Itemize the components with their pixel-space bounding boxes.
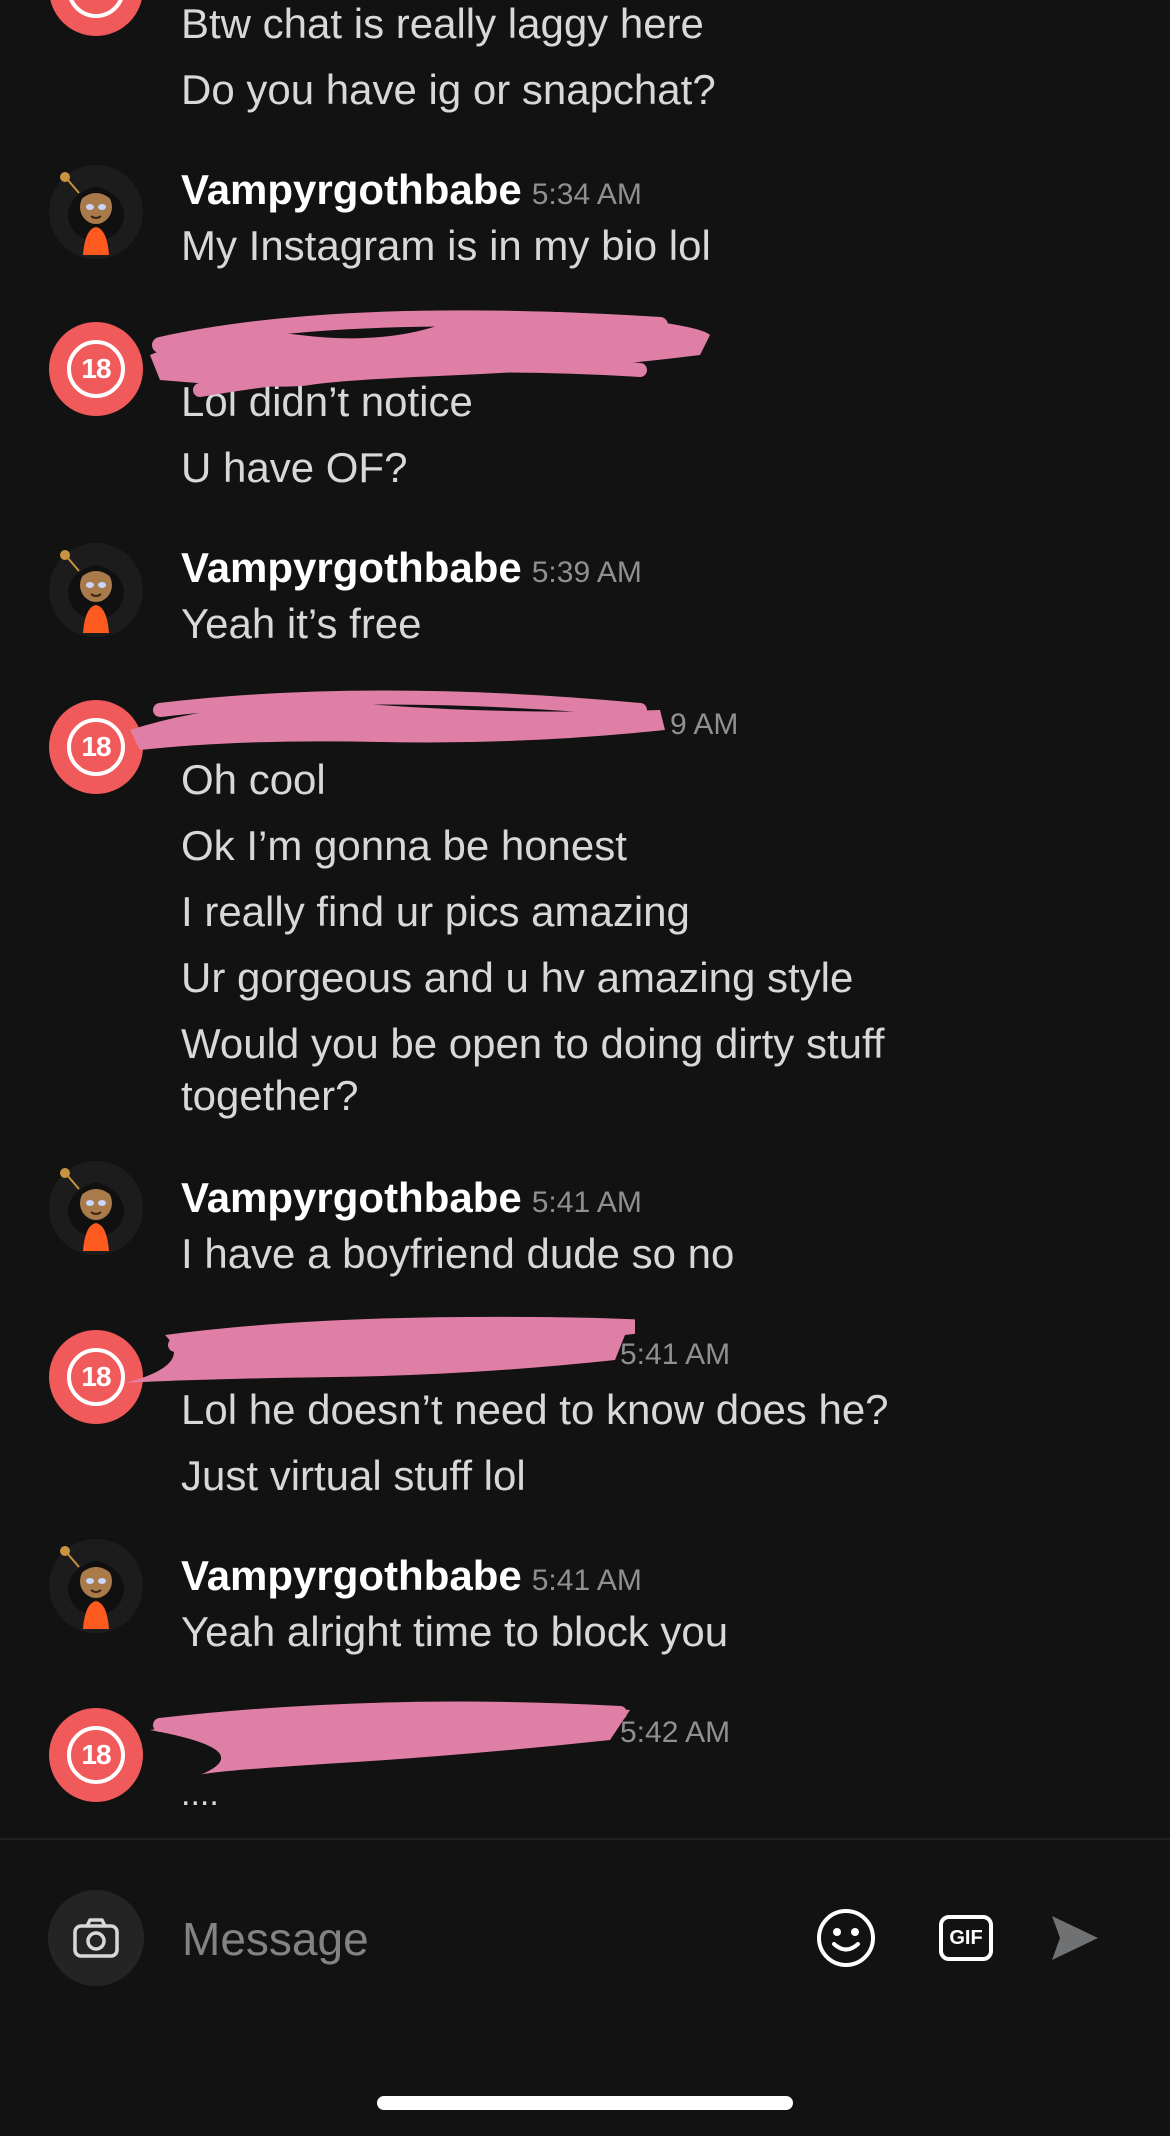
emoji-button[interactable] (812, 1904, 880, 1972)
camera-icon (73, 1918, 119, 1958)
message-line: Ur gorgeous and u hv amazing style (181, 954, 854, 1001)
send-button[interactable] (1040, 1904, 1108, 1972)
message-line: I have a boyfriend dude so no (181, 1230, 735, 1277)
username[interactable]: Vampyrgothbabe (181, 544, 522, 591)
gif-icon: GIF (939, 1915, 993, 1961)
chat-history[interactable]: 18 Btw chat is really laggy here Do you … (0, 0, 1170, 1838)
message-line: Yeah it’s free (181, 600, 422, 647)
home-indicator (377, 2096, 793, 2110)
smiley-icon (817, 1909, 875, 1967)
send-arrow-icon (1052, 1916, 1098, 1960)
nsfw-avatar-label: 18 (81, 1361, 111, 1392)
message-line: Btw chat is really laggy here (181, 0, 704, 47)
timestamp: 9 AM (670, 708, 739, 741)
nsfw-avatar-label: 18 (81, 1739, 111, 1770)
camera-button[interactable] (48, 1890, 144, 1986)
message-line: Oh cool (181, 756, 326, 803)
user-avatar[interactable] (49, 1539, 143, 1633)
timestamp: 5:34 AM (531, 178, 642, 211)
username[interactable]: Vampyrgothbabe (181, 1552, 522, 1599)
message-line: Just virtual stuff lol (181, 1452, 526, 1499)
message-line: Do you have ig or snapchat? (181, 66, 716, 113)
user-avatar[interactable] (49, 165, 143, 259)
nsfw-avatar[interactable]: 18 (49, 322, 143, 416)
user-avatar[interactable] (49, 1161, 143, 1255)
message-line: I really find ur pics amazing (181, 888, 690, 935)
username[interactable]: Vampyrgothbabe (181, 166, 522, 213)
message-input[interactable] (180, 1900, 784, 1978)
timestamp: 5:39 AM (531, 556, 642, 589)
message-line: Would you be open to doing dirty stuff t… (181, 1020, 885, 1119)
message-line: My Instagram is in my bio lol (181, 222, 711, 269)
nsfw-avatar-label: 18 (81, 0, 111, 5)
nsfw-avatar-label: 18 (81, 731, 111, 762)
username[interactable]: Vampyrgothbabe (181, 1174, 522, 1221)
timestamp: 5:41 AM (531, 1564, 642, 1597)
redaction-scribble (150, 310, 710, 397)
redaction-scribble (150, 1701, 630, 1775)
redaction-scribble (125, 1316, 635, 1383)
gif-label: GIF (949, 1926, 983, 1949)
gif-button[interactable]: GIF (932, 1904, 1000, 1972)
nsfw-avatar[interactable]: 18 (49, 0, 143, 36)
nsfw-avatar[interactable]: 18 (49, 1708, 143, 1802)
user-avatar[interactable] (49, 543, 143, 637)
nsfw-avatar-label: 18 (81, 353, 111, 384)
message-line: Yeah alright time to block you (181, 1608, 729, 1655)
message-line: U have OF? (181, 444, 408, 491)
timestamp: 5:41 AM (620, 1338, 731, 1371)
timestamp: 5:41 AM (531, 1186, 642, 1219)
message-composer: GIF (0, 1840, 1170, 2040)
redaction-scribble (130, 690, 665, 750)
message-line: Ok I’m gonna be honest (181, 822, 627, 869)
